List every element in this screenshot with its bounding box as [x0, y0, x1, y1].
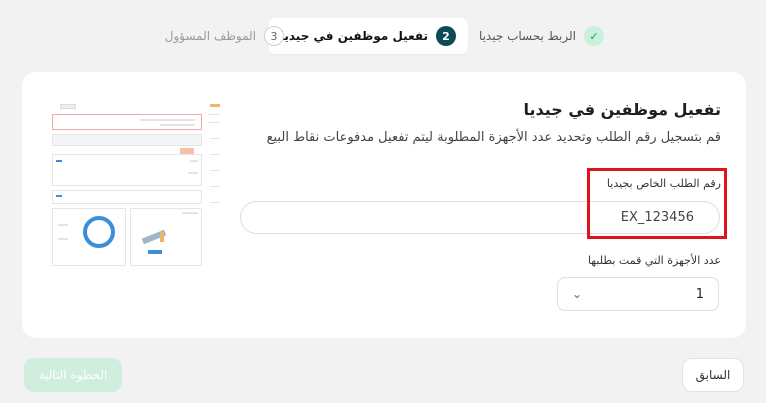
step-number: 2	[436, 26, 456, 46]
activation-card: تفعيل موظفين في جيديا قم بتسجيل رقم الطل…	[22, 72, 746, 338]
check-icon: ✓	[584, 26, 604, 46]
devices-count-value: 1	[695, 286, 704, 302]
previous-button[interactable]: السابق	[682, 358, 744, 392]
stepper: ✓ الربط بحساب جيديا 2 تفعيل موظفين في جي…	[0, 18, 766, 54]
card-title: تفعيل موظفين في جيديا	[523, 100, 721, 119]
devices-count-label: عدد الأجهزة التي قمت بطلبها	[587, 254, 721, 267]
order-number-label: رقم الطلب الخاص بجيديا	[606, 177, 721, 190]
devices-count-select[interactable]: ⌄ 1	[557, 277, 719, 311]
chevron-down-icon: ⌄	[572, 287, 583, 301]
step-label: تفعيل موظفين في جيديا	[279, 29, 428, 43]
step-number: 3	[264, 26, 284, 46]
order-number-input[interactable]	[240, 201, 720, 234]
next-step-button[interactable]: الخطوة التالية	[24, 358, 122, 392]
step-label: الربط بحساب جيديا	[478, 29, 576, 43]
card-description: قم بتسجيل رقم الطلب وتحديد عدد الأجهزة ا…	[266, 130, 721, 145]
step-responsible-employee[interactable]: 3 الموظف المسؤول	[165, 18, 284, 54]
step-link-account[interactable]: ✓ الربط بحساب جيديا	[479, 18, 604, 54]
step-activate-employees[interactable]: 2 تفعيل موظفين في جيديا	[267, 18, 468, 54]
preview-image	[50, 98, 225, 268]
step-label: الموظف المسؤول	[164, 29, 256, 43]
